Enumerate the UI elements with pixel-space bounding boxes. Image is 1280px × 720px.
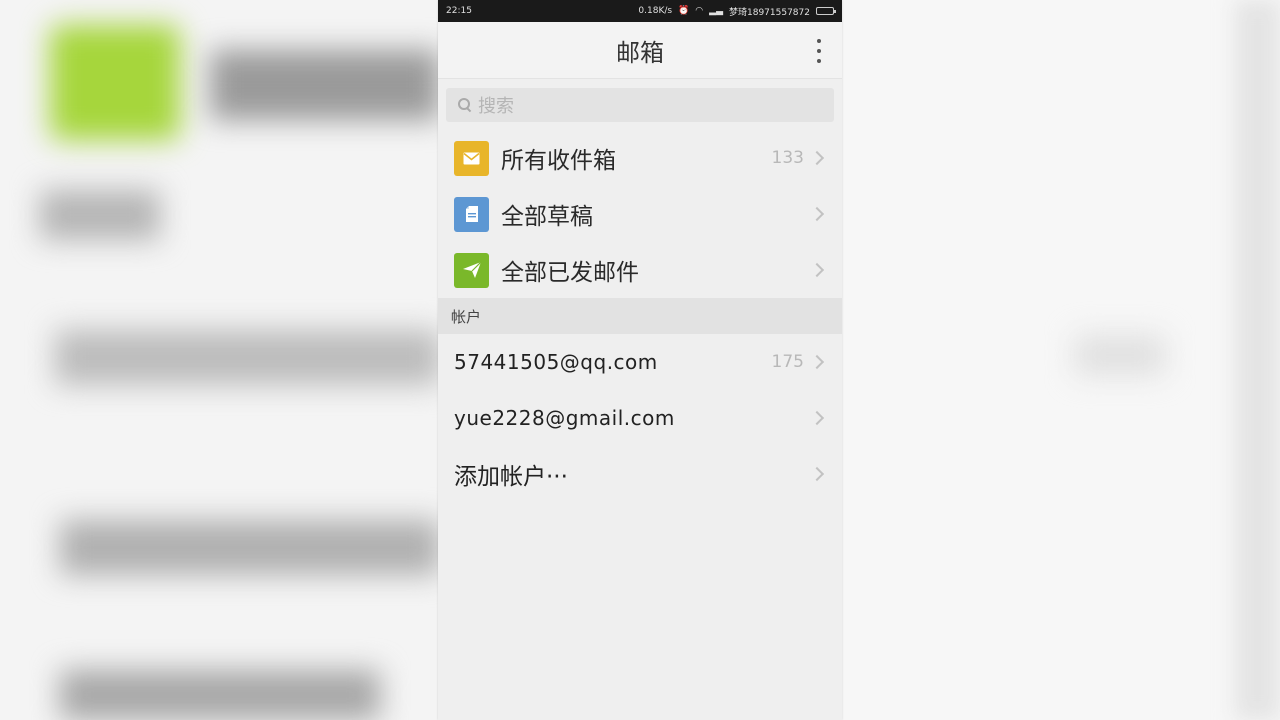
alarm-icon: ⏰ (678, 6, 690, 16)
search-icon (458, 98, 472, 112)
mailbox-label: 全部草稿 (501, 204, 593, 230)
title-bar: 邮箱 (438, 22, 842, 79)
send-icon (454, 252, 489, 288)
chevron-right-icon (810, 409, 826, 427)
battery-icon (816, 7, 836, 15)
search-input[interactable]: 搜索 (446, 88, 834, 122)
envelope-icon (454, 140, 489, 176)
account-label: 57441505@qq.com (454, 350, 658, 374)
add-account-button[interactable]: 添加帐户··· (438, 446, 842, 502)
chevron-right-icon (810, 353, 826, 371)
account-item-qq[interactable]: 57441505@qq.com 175 (438, 334, 842, 390)
mailbox-label: 所有收件箱 (501, 148, 616, 174)
status-indicators: 0.18K/s ⏰ ◠ ▂▃ 梦琦18971557872 (638, 5, 836, 18)
phone-screen: 22:15 0.18K/s ⏰ ◠ ▂▃ 梦琦18971557872 邮箱 搜索 (438, 0, 842, 720)
search-placeholder: 搜索 (478, 96, 514, 117)
mailbox-all-drafts[interactable]: 全部草稿 (438, 186, 842, 242)
unread-count: 133 (771, 148, 804, 168)
more-options-icon[interactable] (814, 39, 824, 63)
add-account-label: 添加帐户··· (454, 464, 568, 490)
mailbox-all-inboxes[interactable]: 所有收件箱 133 (438, 130, 842, 186)
chevron-right-icon (810, 261, 826, 279)
account-item-gmail[interactable]: yue2228@gmail.com (438, 390, 842, 446)
status-time: 22:15 (446, 6, 472, 16)
accounts-section-header: 帐户 (438, 298, 842, 334)
network-speed: 0.18K/s (638, 6, 673, 16)
mailbox-all-sent[interactable]: 全部已发邮件 (438, 242, 842, 298)
chevron-right-icon (810, 149, 826, 167)
status-bar: 22:15 0.18K/s ⏰ ◠ ▂▃ 梦琦18971557872 (438, 0, 842, 22)
wifi-icon: ◠ (695, 6, 704, 16)
draft-icon (454, 196, 489, 232)
unread-count: 175 (771, 352, 804, 372)
page-title: 邮箱 (616, 38, 664, 67)
mailbox-label: 全部已发邮件 (501, 260, 639, 286)
account-label: yue2228@gmail.com (454, 406, 675, 430)
carrier-name: 梦琦18971557872 (729, 7, 810, 18)
chevron-right-icon (810, 205, 826, 223)
chevron-right-icon (810, 465, 826, 483)
search-container: 搜索 (438, 79, 842, 130)
signal-icon: ▂▃ (709, 6, 723, 16)
